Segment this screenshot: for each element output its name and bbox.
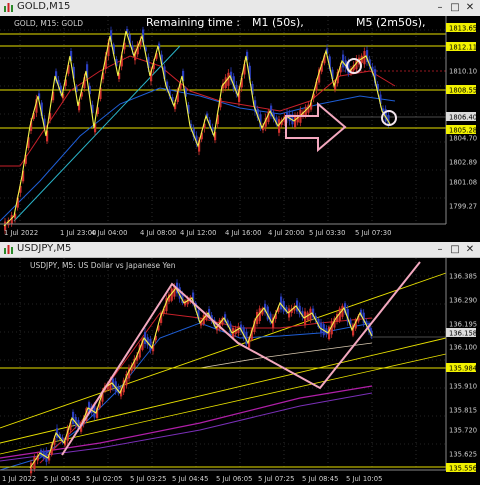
- price-label: 135.910: [449, 383, 477, 391]
- chart-window-usdjpy: USDJPY,M5 – □ ✕ 136.385 136.290 136.195 136…: [0, 242, 480, 485]
- price-label: 135.556: [449, 465, 477, 473]
- price-label: 135.720: [449, 427, 477, 435]
- time-label: 4 Jul 16:00: [225, 229, 261, 237]
- chart-overlay-label: USDJPY, M5: US Dollar vs Japanese Yen: [30, 261, 176, 270]
- chart-icon: [4, 245, 13, 254]
- price-label: 136.100: [449, 344, 477, 352]
- time-label: 5 Jul 03:30: [309, 229, 345, 237]
- price-label: 1806.40: [449, 114, 477, 122]
- price-label: 1808.55: [449, 87, 477, 95]
- price-chart-usdjpy[interactable]: 136.385 136.290 136.195136.158 136.100 135.9…: [0, 258, 480, 485]
- m5-timer: M5 (2m50s),: [356, 16, 426, 29]
- time-label: 4 Jul 04:00: [91, 229, 127, 237]
- minimize-button[interactable]: –: [433, 1, 447, 14]
- price-label: 1813.65: [449, 25, 477, 33]
- maximize-button[interactable]: □: [448, 243, 462, 256]
- time-label: 1 Jul 2022: [2, 475, 36, 483]
- time-label: 5 Jul 00:45: [44, 475, 80, 483]
- time-label: 5 Jul 03:25: [130, 475, 166, 483]
- time-label: 5 Jul 06:05: [216, 475, 252, 483]
- price-label: 136.158: [449, 330, 477, 338]
- m1-timer: M1 (50s),: [252, 16, 304, 29]
- time-label: 5 Jul 10:05: [346, 475, 382, 483]
- time-label: 4 Jul 12:00: [180, 229, 216, 237]
- minimize-button[interactable]: –: [433, 243, 447, 256]
- titlebar-usdjpy[interactable]: USDJPY,M5 – □ ✕: [0, 242, 480, 258]
- price-label: 136.290: [449, 297, 477, 305]
- price-label: 136.385: [449, 273, 477, 281]
- window-title: GOLD,M15: [17, 1, 71, 12]
- time-label: 5 Jul 07:30: [355, 229, 391, 237]
- price-label: 1799.27: [449, 203, 477, 211]
- time-label: 5 Jul 07:25: [258, 475, 294, 483]
- price-label: 1801.08: [449, 179, 477, 187]
- remaining-time-label: Remaining time :: [146, 16, 240, 29]
- close-button[interactable]: ✕: [463, 1, 477, 14]
- price-label: 136.195: [449, 321, 477, 329]
- window-title: USDJPY,M5: [17, 243, 72, 254]
- time-label: 4 Jul 08:00: [140, 229, 176, 237]
- price-label: 135.815: [449, 407, 477, 415]
- chart-window-gold: GOLD,M15 – □ ✕ 1813.65 1812.11 1810.10 1808…: [0, 0, 480, 240]
- time-label: 5 Jul 08:45: [302, 475, 338, 483]
- time-label: 4 Jul 20:00: [268, 229, 304, 237]
- price-label: 1802.89: [449, 159, 477, 167]
- price-label: 1805.28: [449, 127, 477, 135]
- price-label: 1812.11: [449, 44, 477, 52]
- chart-overlay-label: GOLD, M15: GOLD: [14, 19, 83, 28]
- chart-icon: [4, 3, 13, 12]
- time-label: 1 Jul 2022: [4, 229, 38, 237]
- price-label: 1810.10: [449, 68, 477, 76]
- titlebar-gold[interactable]: GOLD,M15 – □ ✕: [0, 0, 480, 17]
- price-label: 135.625: [449, 451, 477, 459]
- time-label: 5 Jul 02:05: [86, 475, 122, 483]
- price-label: 1804.70: [449, 135, 477, 143]
- price-chart-gold[interactable]: 1813.65 1812.11 1810.10 1808.55 1806.40 1805.…: [0, 16, 480, 240]
- close-button[interactable]: ✕: [463, 243, 477, 256]
- maximize-button[interactable]: □: [448, 1, 462, 14]
- time-label: 5 Jul 04:45: [172, 475, 208, 483]
- price-label: 135.984: [449, 365, 477, 373]
